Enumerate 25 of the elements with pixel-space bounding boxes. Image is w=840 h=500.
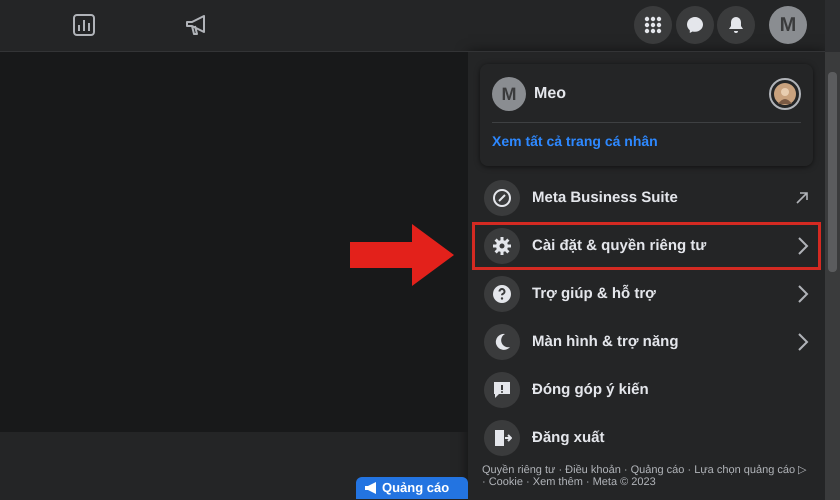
menu-item[interactable]: Đóng góp ý kiến (480, 366, 813, 414)
chart-icon[interactable] (73, 14, 95, 36)
menu-item[interactable]: Trợ giúp & hỗ trợ (480, 270, 813, 318)
menu-item[interactable]: Cài đặt & quyền riêng tư (472, 222, 821, 270)
scrollbar-thumb[interactable] (828, 72, 837, 272)
question-mark-icon (484, 276, 520, 312)
bell-icon (727, 16, 745, 34)
menu-item[interactable]: Đăng xuất (480, 414, 813, 462)
business-suite-icon (484, 180, 520, 216)
see-all-profiles-link[interactable]: Xem tất cả trang cá nhân (492, 131, 801, 158)
grid-icon (644, 16, 662, 34)
menu-item[interactable]: Màn hình & trợ năng (480, 318, 813, 366)
door-exit-icon (484, 420, 520, 456)
messenger-button[interactable] (676, 6, 714, 44)
moon-icon (484, 324, 520, 360)
profile-name[interactable]: Meo (534, 82, 761, 106)
footer-links: Quyền riêng tư · Điều khoản · Quảng cáo · Lựa chọn quảng cáo ▷ · Cookie · Xem thêm · Meta © 2023 (481, 464, 808, 488)
advertise-button[interactable]: Quảng cáo (356, 477, 468, 499)
apps-button[interactable] (634, 6, 672, 44)
exclamation-bubble-icon (484, 372, 520, 408)
megaphone-icon (364, 482, 378, 494)
menu-item[interactable]: Meta Business Suite (480, 174, 813, 222)
chat-bubble-icon (686, 16, 704, 34)
notifications-button[interactable] (717, 6, 755, 44)
gear-icon (484, 228, 520, 264)
